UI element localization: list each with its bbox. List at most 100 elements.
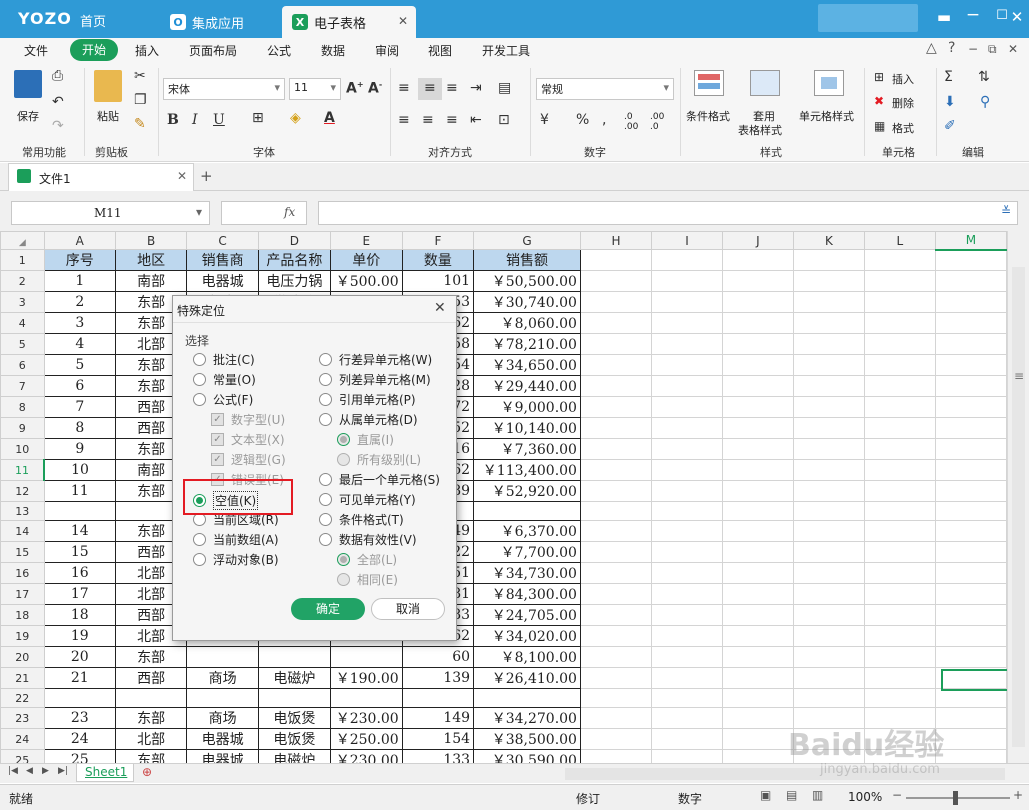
zoom-slider[interactable] [906,797,1010,799]
doc-close-icon[interactable]: ✕ [1008,42,1018,56]
radio-icon[interactable] [319,513,332,526]
data-cell[interactable]: 东部 [114,707,188,729]
align-middle-icon[interactable]: ≡ [418,78,442,100]
status-revise[interactable]: 修订 [576,790,600,807]
data-cell[interactable]: 17 [43,583,116,605]
column-header-j[interactable]: J [721,231,794,250]
data-cell[interactable]: ￥29,440.00 [473,375,581,397]
empty-cell[interactable] [651,291,723,313]
increase-decimal-icon[interactable]: .0.00 [624,112,638,132]
empty-cell[interactable] [863,459,936,481]
row-header[interactable]: 22 [0,688,45,708]
empty-cell[interactable] [721,417,794,439]
align-left-icon[interactable]: ≡ [398,112,410,128]
radio-right-6[interactable]: 最后一个单元格(S) [319,471,440,488]
close-tab-icon[interactable]: ✕ [398,14,408,28]
data-cell[interactable]: 电磁炉 [257,667,331,689]
data-cell[interactable]: ￥230.00 [329,749,403,763]
empty-cell[interactable] [721,480,794,502]
empty-cell[interactable] [651,270,723,292]
help-icon[interactable]: ? [948,40,955,56]
data-cell[interactable]: ￥7,700.00 [473,541,581,563]
empty-cell[interactable] [721,312,794,334]
empty-cell[interactable] [934,270,1007,292]
data-cell[interactable]: ￥230.00 [329,707,403,729]
data-cell[interactable]: 西部 [114,667,188,689]
data-cell[interactable]: 南部 [114,270,188,292]
decrease-decimal-icon[interactable]: .00.0 [650,112,664,132]
fx-icon[interactable]: fx [284,205,295,219]
data-cell[interactable] [43,688,116,708]
empty-cell[interactable] [721,438,794,460]
empty-cell[interactable] [579,480,653,502]
empty-cell[interactable] [651,354,723,376]
row-header[interactable]: 1 [0,249,45,271]
empty-cell[interactable] [579,583,653,605]
number-format-select[interactable]: 常规 ▾ [536,78,674,100]
menu-formula[interactable]: 公式 [267,42,291,59]
empty-cell[interactable] [579,520,653,542]
empty-cell[interactable] [579,396,653,418]
empty-cell[interactable] [863,417,936,439]
row-header[interactable]: 7 [0,375,45,397]
save-button[interactable]: 保存 [17,108,39,124]
empty-cell[interactable] [792,249,865,271]
data-cell[interactable]: ￥113,400.00 [473,459,581,481]
data-cell[interactable]: 14 [43,520,116,542]
doc-restore-icon[interactable]: ⧉ [988,42,997,57]
empty-cell[interactable] [651,396,723,418]
currency-icon[interactable]: ¥ [540,112,549,128]
header-cell[interactable]: 地区 [114,249,188,271]
format-button[interactable]: 格式 [892,120,914,136]
checkbox-left-3[interactable]: ✓ 数字型(U) [211,411,285,428]
cancel-button[interactable]: 取消 [371,598,445,620]
conditional-format-icon[interactable] [694,70,724,96]
empty-cell[interactable] [721,749,794,763]
data-cell[interactable] [473,688,581,708]
empty-cell[interactable] [792,688,865,708]
empty-cell[interactable] [721,375,794,397]
add-sheet-icon[interactable]: ⊕ [142,765,152,779]
empty-cell[interactable] [579,501,653,521]
empty-cell[interactable] [721,541,794,563]
empty-cell[interactable] [579,333,653,355]
zoom-slider-thumb[interactable] [953,791,958,805]
checkbox-left-5[interactable]: ✓ 逻辑型(G) [211,451,286,468]
menu-developer[interactable]: 开发工具 [482,42,530,59]
data-cell[interactable]: 11 [43,480,116,502]
empty-cell[interactable] [721,459,794,481]
radio-right-3[interactable]: 从属单元格(D) [319,411,418,428]
radio-icon[interactable] [337,433,350,446]
align-bottom-icon[interactable]: ≡ [446,80,458,96]
empty-cell[interactable] [721,646,794,668]
radio-right-0[interactable]: 行差异单元格(W) [319,351,432,368]
empty-cell[interactable] [579,417,653,439]
data-cell[interactable]: 8 [43,417,116,439]
row-header[interactable]: 4 [0,312,45,334]
empty-cell[interactable] [721,354,794,376]
row-header[interactable]: 16 [0,562,45,584]
bold-icon[interactable]: B [167,112,179,128]
data-cell[interactable]: 154 [401,728,475,750]
empty-cell[interactable] [863,291,936,313]
radio-right-9[interactable]: 数据有效性(V) [319,531,417,548]
empty-cell[interactable] [792,438,865,460]
radio-right-4[interactable]: 直属(I) [337,431,394,448]
last-sheet-icon[interactable]: ▶| [58,766,68,776]
empty-cell[interactable] [863,604,936,626]
row-header[interactable]: 25 [0,749,45,763]
data-cell[interactable]: 10 [43,459,116,481]
data-cell[interactable] [186,646,259,668]
empty-cell[interactable] [934,480,1007,502]
row-header[interactable]: 14 [0,520,45,542]
header-cell[interactable]: 销售商 [186,249,259,271]
table-style-label-2[interactable]: 表格样式 [738,122,782,138]
header-cell[interactable]: 数量 [401,249,475,271]
empty-cell[interactable] [651,604,723,626]
empty-cell[interactable] [792,480,865,502]
data-cell[interactable]: 6 [43,375,116,397]
row-header[interactable]: 5 [0,333,45,355]
find-icon[interactable]: ⚲ [980,94,990,110]
empty-cell[interactable] [934,728,1007,750]
account-area[interactable] [818,4,918,32]
